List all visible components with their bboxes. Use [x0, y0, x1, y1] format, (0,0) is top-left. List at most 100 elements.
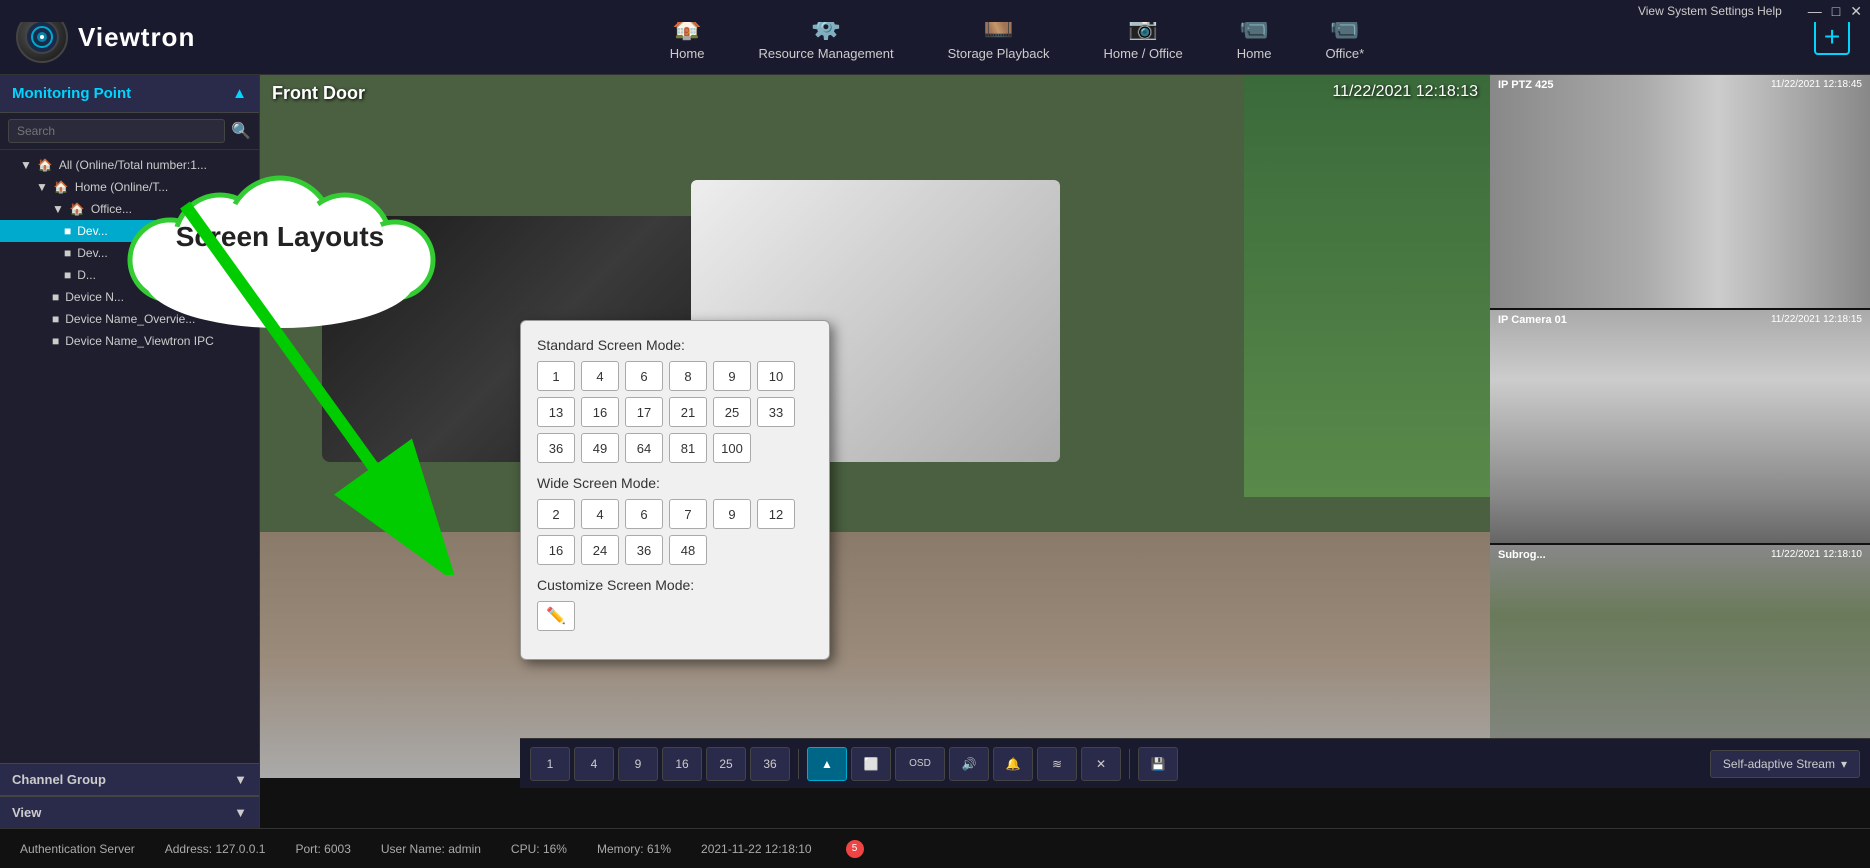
monitoring-point-header: Monitoring Point ▲: [0, 75, 259, 113]
customize-buttons-grid: ✏️: [537, 601, 813, 631]
cpu-label: CPU: 16%: [511, 842, 567, 856]
std-btn-25[interactable]: 25: [713, 397, 751, 427]
feed1-bg: [1490, 75, 1870, 308]
right-feed-3-label: Subrog...: [1498, 549, 1546, 561]
main-area: Front Door 11/22/2021 12:18:13 IP PTZ 42…: [260, 75, 1870, 828]
nav-office-label: Office*: [1325, 46, 1364, 61]
cloud-text: Screen Layouts: [176, 221, 385, 253]
home-icon-tree: 🏠: [54, 180, 69, 194]
customize-mode-title: Customize Screen Mode:: [537, 577, 813, 593]
layout-25-button[interactable]: 25: [706, 747, 746, 781]
grid-button[interactable]: ≋: [1037, 747, 1077, 781]
std-btn-10[interactable]: 10: [757, 361, 795, 391]
standard-buttons-grid: 1 4 6 8 9 10 13 16 17 21 25 33 36 49 64 …: [537, 361, 813, 463]
std-btn-100[interactable]: 100: [713, 433, 751, 463]
std-btn-17[interactable]: 17: [625, 397, 663, 427]
layout-popup: Standard Screen Mode: 1 4 6 8 9 10 13 16…: [520, 320, 830, 660]
minimize-button[interactable]: —: [1808, 3, 1822, 19]
std-btn-16[interactable]: 16: [581, 397, 619, 427]
view-chevron: ▼: [234, 805, 247, 820]
wide-btn-9[interactable]: 9: [713, 499, 751, 529]
right-panel: IP PTZ 425 11/22/2021 12:18:45 IP Camera…: [1490, 75, 1870, 778]
close-stream-button[interactable]: ✕: [1081, 747, 1121, 781]
monitoring-point-collapse[interactable]: ▲: [232, 85, 247, 102]
wide-btn-12[interactable]: 12: [757, 499, 795, 529]
datetime-value: 2021-11-22 12:18:10: [701, 842, 812, 856]
wide-btn-4[interactable]: 4: [581, 499, 619, 529]
wide-buttons-grid: 2 4 6 7 9 12 16 24 36 48: [537, 499, 813, 565]
search-icon[interactable]: 🔍: [231, 121, 251, 141]
osd-button[interactable]: OSD: [895, 747, 945, 781]
wide-btn-16[interactable]: 16: [537, 535, 575, 565]
std-btn-13[interactable]: 13: [537, 397, 575, 427]
std-btn-64[interactable]: 64: [625, 433, 663, 463]
alarm-button[interactable]: 🔔: [993, 747, 1033, 781]
layout-9-button[interactable]: 9: [618, 747, 658, 781]
wide-btn-7[interactable]: 7: [669, 499, 707, 529]
std-btn-8[interactable]: 8: [669, 361, 707, 391]
fullscreen-button[interactable]: ⬜: [851, 747, 891, 781]
nav-storage-label: Storage Playback: [948, 46, 1050, 61]
wide-btn-48[interactable]: 48: [669, 535, 707, 565]
stream-select[interactable]: Self-adaptive Stream ▾: [1710, 750, 1860, 778]
statusbar: Authentication Server Address: 127.0.0.1…: [0, 828, 1870, 868]
title-text: View System Settings Help: [1638, 4, 1782, 18]
title-bar: View System Settings Help — □ ✕: [0, 0, 1870, 22]
home-tree-icon: 🏠: [38, 158, 53, 172]
wide-btn-24[interactable]: 24: [581, 535, 619, 565]
wide-btn-6[interactable]: 6: [625, 499, 663, 529]
port-label: Port: 6003: [295, 842, 350, 856]
main-feed-label: Front Door: [272, 83, 365, 104]
address-value: 127.0.0.1: [215, 842, 265, 856]
std-btn-1[interactable]: 1: [537, 361, 575, 391]
user-value: admin: [448, 842, 481, 856]
screen-layout-button[interactable]: ▲: [807, 747, 847, 781]
layout-1-button[interactable]: 1: [530, 747, 570, 781]
wide-mode-title: Wide Screen Mode:: [537, 475, 813, 491]
right-feed-1-label: IP PTZ 425: [1498, 79, 1553, 91]
toolbar-separator-1: [798, 749, 799, 779]
std-btn-33[interactable]: 33: [757, 397, 795, 427]
expand-icon-office: ▼: [52, 202, 64, 216]
std-btn-49[interactable]: 49: [581, 433, 619, 463]
nav-home2-label: Home: [1237, 46, 1272, 61]
notification-badge: 5: [846, 840, 864, 858]
std-btn-4[interactable]: 4: [581, 361, 619, 391]
layout-16-button[interactable]: 16: [662, 747, 702, 781]
expand-icon: ▼: [20, 158, 32, 172]
layout-4-button[interactable]: 4: [574, 747, 614, 781]
address-label: Address: 127.0.0.1: [165, 842, 266, 856]
wide-btn-36[interactable]: 36: [625, 535, 663, 565]
customize-btn[interactable]: ✏️: [537, 601, 575, 631]
close-button[interactable]: ✕: [1850, 3, 1862, 20]
right-feed-2-timestamp: 11/22/2021 12:18:15: [1771, 314, 1862, 325]
save-button[interactable]: 💾: [1138, 747, 1178, 781]
logo-text: Viewtron: [78, 22, 195, 53]
std-btn-9[interactable]: 9: [713, 361, 751, 391]
port-value: 6003: [324, 842, 351, 856]
main-feed-timestamp: 11/22/2021 12:18:13: [1332, 83, 1478, 101]
add-tab-button[interactable]: +: [1814, 19, 1850, 55]
nav-home-office-label: Home / Office: [1104, 46, 1183, 61]
expand-icon-home: ▼: [36, 180, 48, 194]
device-icon-2: ■: [64, 246, 71, 260]
std-btn-36[interactable]: 36: [537, 433, 575, 463]
memory-value: 61%: [647, 842, 671, 856]
layout-36-button[interactable]: 36: [750, 747, 790, 781]
channel-group-header[interactable]: Channel Group ▼: [0, 763, 259, 796]
toolbar-separator-2: [1129, 749, 1130, 779]
wide-btn-2[interactable]: 2: [537, 499, 575, 529]
std-btn-6[interactable]: 6: [625, 361, 663, 391]
audio-button[interactable]: 🔊: [949, 747, 989, 781]
view-header[interactable]: View ▼: [0, 796, 259, 828]
channel-group-chevron: ▼: [234, 772, 247, 787]
std-btn-81[interactable]: 81: [669, 433, 707, 463]
device-icon-ov: ■: [52, 312, 59, 326]
nav-home-label: Home: [670, 46, 705, 61]
bottom-toolbar: 1 4 9 16 25 36 ▲ ⬜ OSD 🔊 🔔 ≋ ✕ 💾 Self-ad…: [520, 738, 1870, 788]
right-feed-1-timestamp: 11/22/2021 12:18:45: [1771, 79, 1862, 90]
stream-label: Self-adaptive Stream: [1723, 757, 1835, 771]
nav-resource-label: Resource Management: [758, 46, 893, 61]
maximize-button[interactable]: □: [1832, 3, 1840, 19]
std-btn-21[interactable]: 21: [669, 397, 707, 427]
